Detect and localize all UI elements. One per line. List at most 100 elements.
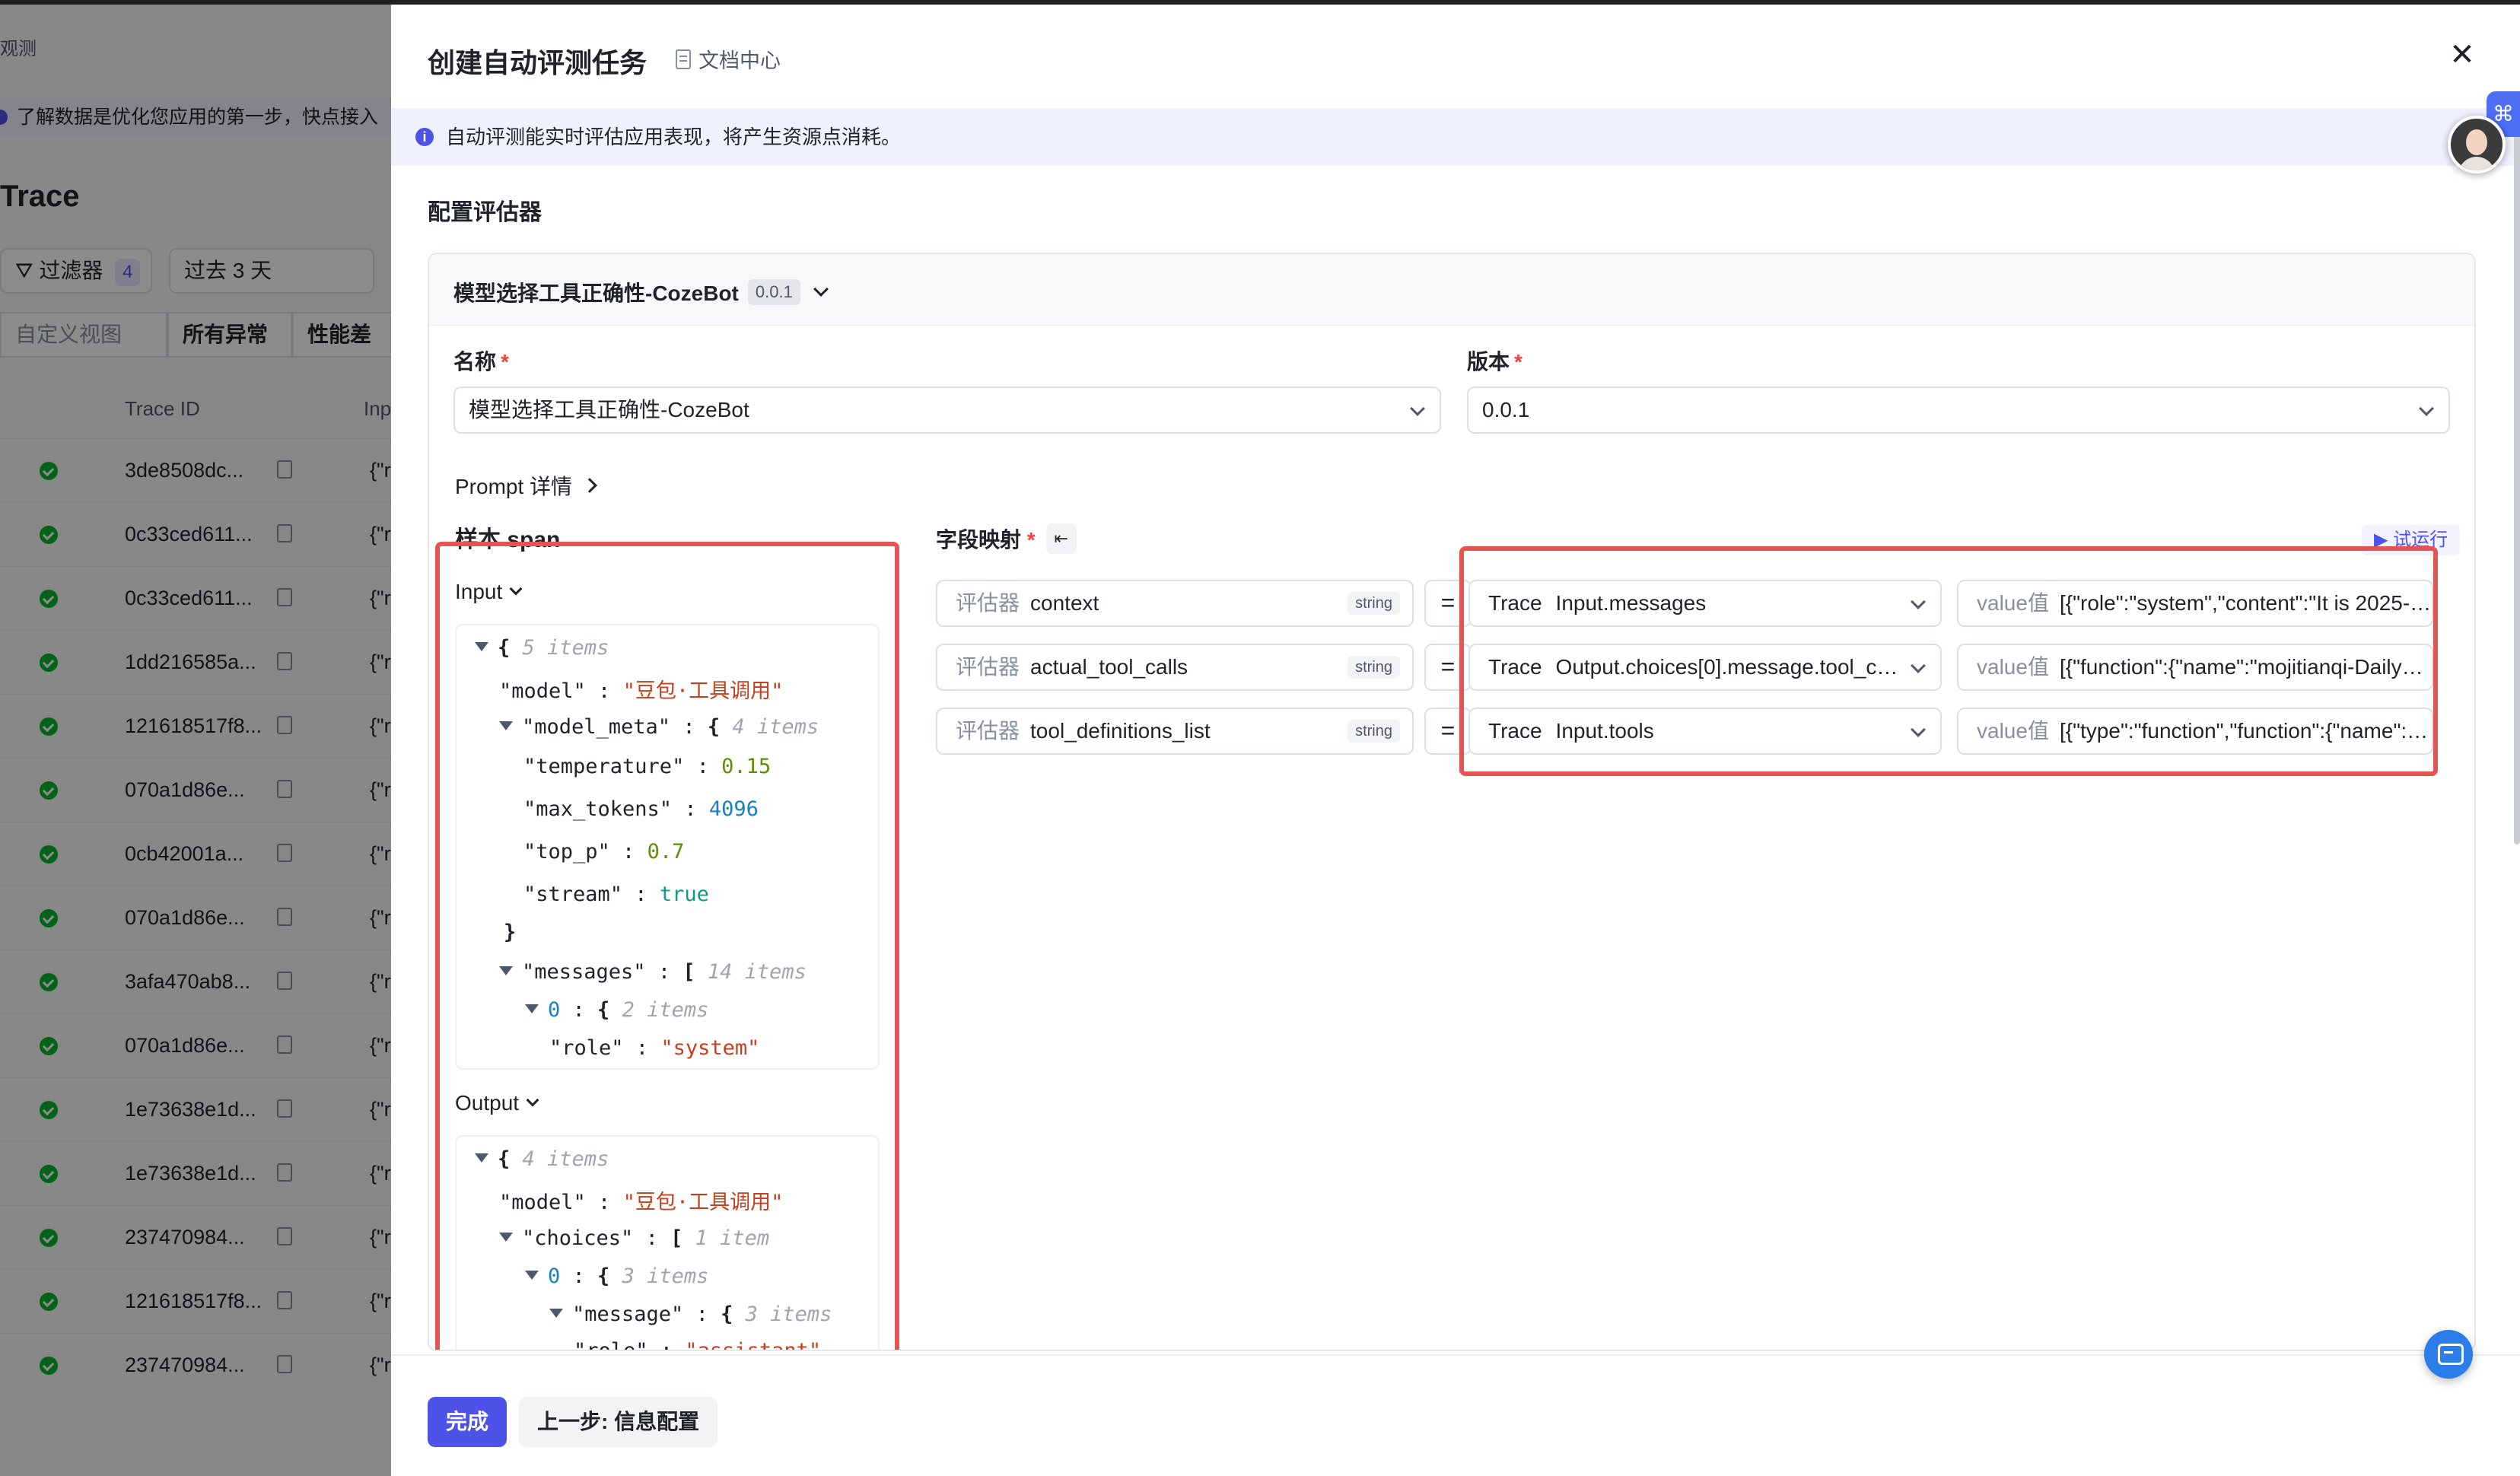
chevron-down-icon	[1911, 722, 1926, 737]
prompt-details-link[interactable]: Prompt 详情	[455, 470, 597, 501]
drawer-header: 创建自动评测任务 文档中心 ✕	[391, 5, 2520, 107]
value-text: [{"type":"function","function":{"name":"…	[2059, 719, 2432, 743]
caret-down-icon[interactable]	[499, 1233, 513, 1242]
evaluator-field-name: tool_definitions_list	[1030, 719, 1211, 743]
required-mark: *	[1514, 350, 1522, 374]
chevron-down-icon	[2419, 401, 2434, 416]
evaluator-title: 模型选择工具正确性-CozeBot 0.0.1	[453, 277, 829, 307]
caret-down-icon[interactable]	[475, 642, 488, 651]
json-line: "choices" : [ 1 item	[499, 1226, 769, 1250]
doc-center-link[interactable]: 文档中心	[676, 44, 781, 74]
output-json-viewer[interactable]: { 4 items "model" : "豆包·工具调用" "choices" …	[455, 1135, 880, 1351]
json-key: "model"	[499, 679, 586, 703]
json-index: 0	[548, 998, 561, 1022]
collapse-panel-icon[interactable]: ⇤	[1045, 523, 1077, 554]
json-line: "model_meta" : { 4 items	[499, 715, 819, 739]
json-key: "choices"	[522, 1226, 634, 1250]
drawer-footer: 完成 上一步: 信息配置	[391, 1354, 2520, 1476]
doc-center-label: 文档中心	[698, 49, 781, 72]
input-label: Input	[455, 580, 503, 603]
chevron-down-icon	[526, 1093, 539, 1107]
json-line: }	[504, 921, 517, 944]
json-key: "model_meta"	[522, 715, 671, 739]
equals-operator[interactable]: =	[1424, 580, 1472, 627]
json-line: 0 : { 3 items	[525, 1264, 708, 1288]
trace-source-select-2[interactable]: Trace Input.tools	[1468, 708, 1942, 755]
version-label-text: 版本	[1467, 350, 1510, 374]
done-button[interactable]: 完成	[428, 1397, 508, 1447]
json-key: "role"	[549, 1036, 624, 1060]
chevron-down-icon	[509, 582, 523, 596]
json-meta: 5 items	[522, 636, 609, 660]
trace-path: Input.messages	[1555, 591, 1707, 615]
value-preview-2[interactable]: value值 [{"type":"function","function":{"n…	[1957, 708, 2433, 755]
info-alert-text: 自动评测能实时评估应用表现，将产生资源点消耗。	[446, 126, 902, 148]
avatar[interactable]	[2448, 116, 2506, 173]
trace-prefix: Trace	[1488, 719, 1542, 743]
scrollbar[interactable]	[2514, 114, 2520, 845]
evaluator-prefix: 评估器	[956, 719, 1020, 743]
caret-down-icon[interactable]	[525, 1271, 539, 1280]
name-select-value: 模型选择工具正确性-CozeBot	[469, 398, 749, 421]
version-select[interactable]: 0.0.1	[1467, 386, 2450, 434]
input-toggle[interactable]: Input	[455, 580, 523, 604]
evaluator-prefix: 评估器	[956, 655, 1020, 679]
evaluator-field-0: 评估器 context string	[936, 580, 1414, 627]
json-line: { 5 items	[475, 636, 609, 660]
json-meta: 14 items	[707, 960, 807, 984]
feedback-icon[interactable]	[2424, 1330, 2473, 1379]
json-meta: 4 items	[522, 1147, 609, 1171]
close-icon[interactable]: ✕	[2447, 40, 2477, 70]
equals-operator[interactable]: =	[1424, 708, 1472, 755]
info-icon: i	[415, 128, 434, 146]
caret-down-icon[interactable]	[549, 1309, 563, 1318]
input-json-viewer[interactable]: { 5 items "model" : "豆包·工具调用" "model_met…	[455, 624, 880, 1070]
trace-source-select-0[interactable]: Trace Input.messages	[1468, 580, 1942, 627]
caret-down-icon[interactable]	[499, 966, 513, 975]
json-line: "model" : "豆包·工具调用"	[499, 679, 784, 703]
value-preview-0[interactable]: value值 [{"role":"system","content":"It is…	[1957, 580, 2433, 627]
type-badge: string	[1348, 720, 1400, 743]
evaluator-name: 模型选择工具正确性-CozeBot	[453, 282, 739, 305]
json-meta: 3 items	[745, 1303, 832, 1326]
json-line: "stream" : true	[523, 883, 709, 906]
json-value: 4096	[708, 797, 759, 821]
json-value: true	[659, 883, 709, 906]
json-value: 0.15	[721, 755, 772, 778]
chevron-down-icon[interactable]	[813, 282, 829, 297]
json-line: "max_tokens" : 4096	[523, 797, 759, 821]
json-value: "豆包·工具调用"	[622, 1191, 784, 1214]
prompt-details-label: Prompt 详情	[455, 475, 573, 498]
json-line: { 4 items	[475, 1147, 609, 1171]
version-label: 版本 *	[1467, 345, 1522, 376]
name-select[interactable]: 模型选择工具正确性-CozeBot	[453, 386, 1441, 434]
output-toggle[interactable]: Output	[455, 1091, 539, 1115]
json-key: "message"	[572, 1303, 684, 1326]
caret-down-icon[interactable]	[499, 721, 513, 730]
json-key: "stream"	[523, 883, 623, 906]
evaluator-field-2: 评估器 tool_definitions_list string	[936, 708, 1414, 755]
json-key: "temperature"	[523, 755, 685, 778]
json-line: "model" : "豆包·工具调用"	[499, 1191, 784, 1214]
caret-down-icon[interactable]	[475, 1153, 488, 1163]
required-mark: *	[501, 350, 509, 374]
try-run-button[interactable]: ▶ 试运行	[2362, 525, 2461, 555]
equals-operator[interactable]: =	[1424, 644, 1472, 691]
evaluator-field-1: 评估器 actual_tool_calls string	[936, 644, 1414, 691]
json-line: "message" : { 3 items	[549, 1303, 832, 1326]
trace-path: Output.choices[0].message.tool_calls	[1555, 655, 1906, 679]
json-index: 0	[548, 1264, 561, 1288]
value-preview-1[interactable]: value值 [{"function":{"name":"mojitianqi-D…	[1957, 644, 2433, 691]
chevron-right-icon	[582, 478, 597, 493]
evaluator-card: 模型选择工具正确性-CozeBot 0.0.1 名称 * 模型选择工具正确性-Co…	[428, 253, 2476, 1351]
caret-down-icon[interactable]	[525, 1004, 539, 1013]
version-badge: 0.0.1	[747, 279, 800, 305]
previous-step-button[interactable]: 上一步: 信息配置	[519, 1397, 718, 1447]
json-value: "assistant"	[685, 1339, 822, 1351]
json-value: 0.7	[647, 840, 685, 864]
evaluator-prefix: 评估器	[956, 591, 1020, 615]
sample-span-title: 样本 span	[455, 527, 561, 552]
trace-source-select-1[interactable]: Trace Output.choices[0].message.tool_call…	[1468, 644, 1942, 691]
chevron-down-icon	[1911, 594, 1926, 609]
evaluator-card-header[interactable]: 模型选择工具正确性-CozeBot 0.0.1	[429, 254, 2474, 326]
